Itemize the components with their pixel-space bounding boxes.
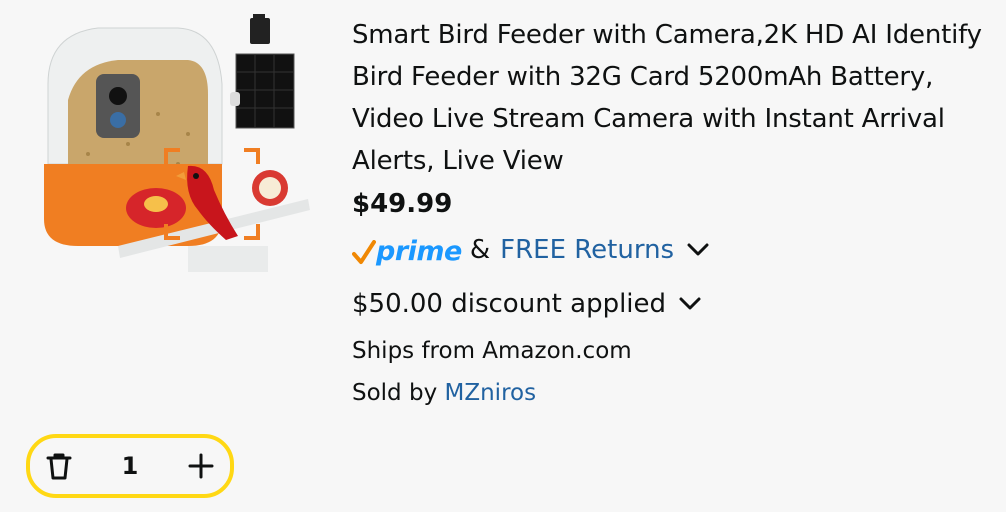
discount-row: $50.00 discount applied: [352, 284, 992, 324]
free-returns-link[interactable]: FREE Returns: [500, 235, 674, 265]
prime-label: prime: [376, 236, 462, 267]
bird-feeder-illustration: [44, 14, 310, 272]
product-details: Smart Bird Feeder with Camera,2K HD AI I…: [352, 14, 992, 410]
sold-by: Sold by MZniros: [352, 376, 992, 410]
quantity-value: 1: [121, 452, 139, 480]
prime-check-icon: [352, 240, 376, 264]
product-title[interactable]: Smart Bird Feeder with Camera,2K HD AI I…: [352, 14, 992, 182]
trash-icon: [46, 453, 72, 480]
product-image[interactable]: [38, 14, 310, 286]
prime-returns-row: prime & FREE Returns: [352, 230, 992, 270]
chevron-down-icon: [687, 243, 709, 256]
quantity-stepper: 1: [26, 434, 234, 498]
plus-icon: [188, 453, 214, 479]
chevron-down-icon: [679, 297, 701, 310]
product-price: $49.99: [352, 189, 453, 219]
ampersand: &: [469, 235, 491, 265]
delete-button[interactable]: [30, 438, 88, 494]
increment-button[interactable]: [172, 438, 230, 494]
cart-item: Smart Bird Feeder with Camera,2K HD AI I…: [0, 0, 1006, 512]
ships-from: Ships from Amazon.com: [352, 338, 632, 364]
seller-link[interactable]: MZniros: [445, 380, 537, 406]
discount-text: $50.00 discount applied: [352, 289, 667, 319]
prime-badge: prime: [352, 234, 462, 266]
discount-expand-button[interactable]: [678, 296, 702, 312]
returns-expand-button[interactable]: [686, 242, 710, 258]
sold-by-label: Sold by: [352, 380, 438, 406]
